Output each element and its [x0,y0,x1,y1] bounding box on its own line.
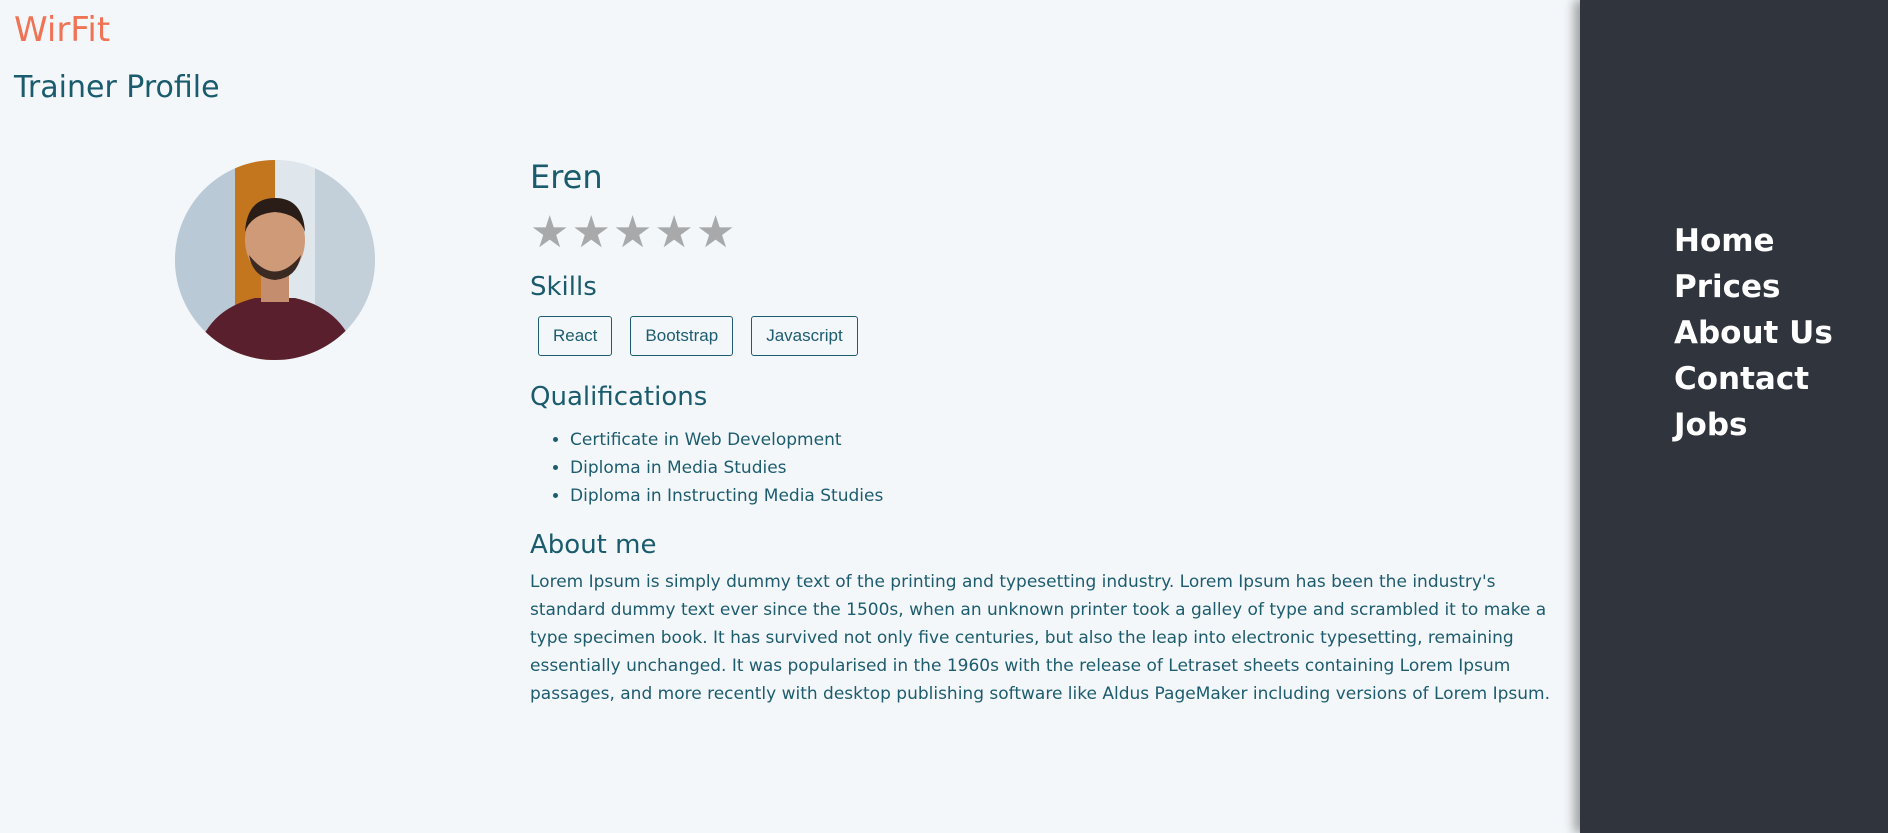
nav-about-us[interactable]: About Us [1674,310,1833,356]
qualifications-list: Certificate in Web Development Diploma i… [530,426,1566,510]
trainer-name: Eren [530,158,603,196]
nav-prices[interactable]: Prices [1674,264,1833,310]
nav-home[interactable]: Home [1674,218,1833,264]
qualification-item: Diploma in Instructing Media Studies [570,482,1566,510]
profile-content: Eren ★ ★ ★ ★ ★ Skills React Bootstrap Ja… [530,158,1566,708]
qualifications-title: Qualifications [530,382,708,412]
about-title: About me [530,530,657,560]
sidebar-nav: Home Prices About Us Contact Jobs [1580,0,1888,833]
star-icon[interactable]: ★ [530,210,569,256]
skills-title: Skills [530,272,597,302]
skills-list: React Bootstrap Javascript [538,316,1566,356]
qualification-item: Certificate in Web Development [570,426,1566,454]
brand-logo[interactable]: WirFit [14,10,110,50]
about-text: Lorem Ipsum is simply dummy text of the … [530,572,1551,704]
star-icon[interactable]: ★ [613,210,652,256]
star-icon[interactable]: ★ [654,210,693,256]
nav-list: Home Prices About Us Contact Jobs [1674,218,1833,448]
page-title: Trainer Profile [14,70,220,105]
trainer-avatar [175,160,375,360]
skill-badge-bootstrap[interactable]: Bootstrap [630,316,734,356]
star-icon[interactable]: ★ [696,210,735,256]
skill-badge-javascript[interactable]: Javascript [751,316,858,356]
nav-contact[interactable]: Contact [1674,356,1833,402]
skill-badge-react[interactable]: React [538,316,613,356]
nav-jobs[interactable]: Jobs [1674,402,1833,448]
qualification-item: Diploma in Media Studies [570,454,1566,482]
star-rating[interactable]: ★ ★ ★ ★ ★ [530,210,1566,256]
star-icon[interactable]: ★ [571,210,610,256]
